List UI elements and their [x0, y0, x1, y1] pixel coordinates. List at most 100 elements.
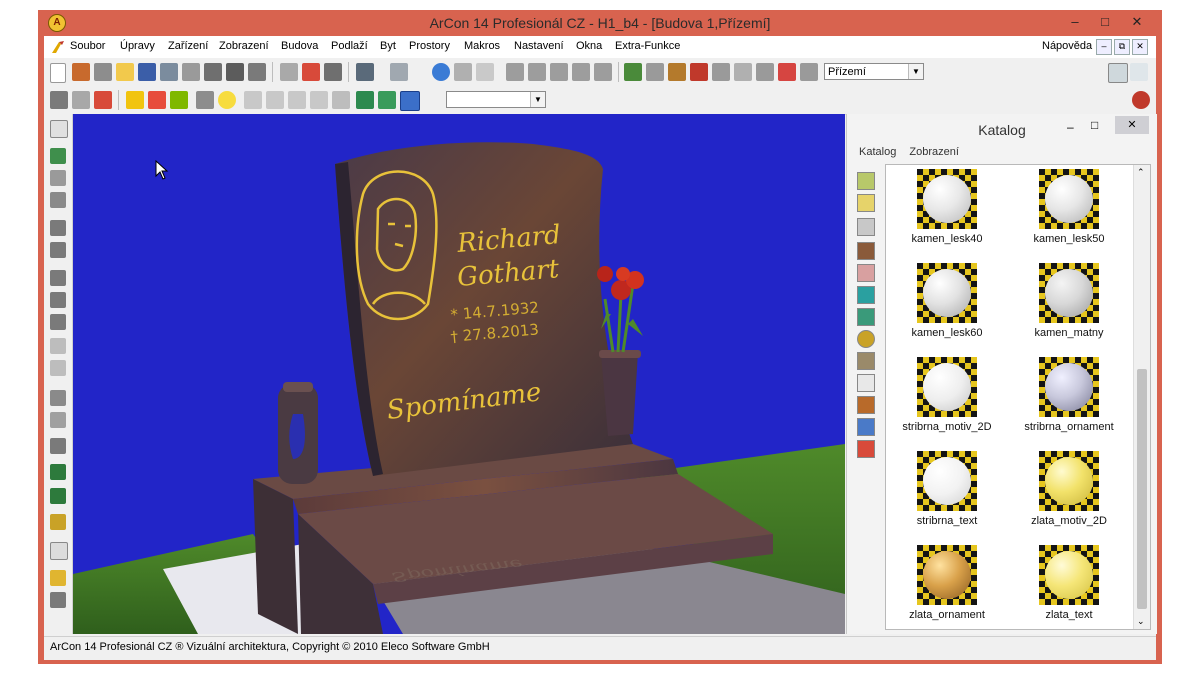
cube-icon[interactable]: [126, 91, 144, 109]
3d-viewport[interactable]: Richard Gothart * 14.7.1932 † 27.8.2013 …: [73, 114, 845, 634]
scroll-up-icon[interactable]: ⌃: [1137, 167, 1145, 178]
redo-icon[interactable]: [390, 63, 408, 81]
category-glass-icon[interactable]: [857, 308, 875, 326]
light-burst-icon[interactable]: [218, 91, 236, 109]
screenshot-icon[interactable]: [248, 63, 266, 81]
object-select[interactable]: ▼: [446, 91, 546, 108]
category-material-icon[interactable]: [857, 330, 875, 348]
measure-icon[interactable]: [476, 63, 494, 81]
save-icon[interactable]: [138, 63, 156, 81]
minimize-button[interactable]: –: [1060, 12, 1090, 32]
material-item[interactable]: stribrna_text: [886, 447, 1008, 539]
category-o2c-icon[interactable]: [857, 374, 875, 392]
catalog-scrollbar[interactable]: ⌃ ⌄: [1133, 165, 1150, 629]
category-water-icon[interactable]: [857, 286, 875, 304]
mirror-icon[interactable]: [332, 91, 350, 109]
material-item[interactable]: zlata_ornament: [886, 541, 1008, 629]
catalog-minimize-button[interactable]: –: [1067, 120, 1074, 134]
grid-view-icon[interactable]: [324, 63, 342, 81]
beam-icon[interactable]: [690, 63, 708, 81]
wall-draw-icon[interactable]: [50, 220, 66, 236]
floor-select[interactable]: Přízemí ▼: [824, 63, 924, 80]
terrain-icon[interactable]: [624, 63, 642, 81]
menu-okna[interactable]: Okna: [576, 40, 602, 52]
camera-icon[interactable]: [226, 63, 244, 81]
paint-icon[interactable]: [50, 488, 66, 504]
chevron-down-icon[interactable]: ▼: [530, 92, 545, 107]
zoom-icon[interactable]: [432, 63, 450, 81]
stairs-draw-icon[interactable]: [50, 412, 66, 428]
material-item[interactable]: zlata_text: [1008, 541, 1130, 629]
tab-zobrazeni[interactable]: Zobrazení: [909, 146, 959, 158]
house-view-icon[interactable]: [302, 63, 320, 81]
category-brush-icon[interactable]: [857, 352, 875, 370]
menu-podlazi[interactable]: Podlaží: [331, 40, 368, 52]
export-icon[interactable]: [160, 63, 178, 81]
maximize-button[interactable]: □: [1090, 12, 1120, 32]
wall-split-icon[interactable]: [50, 242, 66, 258]
view-rotate-icon[interactable]: [50, 170, 66, 186]
view-zoom-icon[interactable]: [50, 192, 66, 208]
texture-2d-icon[interactable]: [50, 542, 68, 560]
category-door-icon[interactable]: [857, 242, 875, 260]
align3-icon[interactable]: [288, 91, 306, 109]
cursor-arrow-icon[interactable]: [50, 120, 68, 138]
new-house-icon[interactable]: [72, 63, 90, 81]
stairs4-icon[interactable]: [572, 63, 590, 81]
door-icon[interactable]: [668, 63, 686, 81]
menu-soubor[interactable]: Soubor: [70, 40, 105, 52]
stairs5-icon[interactable]: [594, 63, 612, 81]
category-pattern-icon[interactable]: [857, 264, 875, 282]
scrollbar-thumb[interactable]: [1137, 369, 1147, 609]
menu-upravy[interactable]: Úpravy: [120, 40, 155, 52]
catalog-maximize-button[interactable]: □: [1091, 118, 1098, 132]
menu-zarizeni[interactable]: Zařízení: [168, 40, 208, 52]
pencil-icon[interactable]: [148, 91, 166, 109]
menu-makros[interactable]: Makros: [464, 40, 500, 52]
help-pointer-icon[interactable]: [1130, 63, 1148, 81]
floorplan-icon[interactable]: [280, 63, 298, 81]
category-red-icon[interactable]: [857, 440, 875, 458]
support-icon[interactable]: [50, 314, 66, 330]
menu-zobrazeni[interactable]: Zobrazení: [219, 40, 269, 52]
roof-draw-icon[interactable]: [50, 390, 66, 406]
select-frame-icon[interactable]: [400, 91, 420, 111]
roof-icon[interactable]: [646, 63, 664, 81]
scale-icon[interactable]: [50, 360, 66, 376]
print-icon[interactable]: [204, 63, 222, 81]
menu-nastaveni[interactable]: Nastavení: [514, 40, 564, 52]
material-item[interactable]: zlata_motiv_2D: [1008, 447, 1130, 539]
catalog-toggle-icon[interactable]: [1108, 63, 1128, 83]
building-tool-icon[interactable]: [94, 91, 112, 109]
category-wood-icon[interactable]: [857, 396, 875, 414]
material-item[interactable]: stribrna_ornament: [1008, 353, 1130, 445]
move-icon[interactable]: [196, 91, 214, 109]
material-icon[interactable]: [50, 514, 66, 530]
app-menu-icon[interactable]: [50, 39, 66, 55]
menu-napoveda[interactable]: Nápověda: [1042, 40, 1092, 52]
menu-budova[interactable]: Budova: [281, 40, 318, 52]
undo-icon[interactable]: [356, 63, 374, 81]
house-tool-icon[interactable]: [72, 91, 90, 109]
menu-extra-funkce[interactable]: Extra-Funkce: [615, 40, 680, 52]
category-window-icon[interactable]: [857, 418, 875, 436]
eraser-icon[interactable]: [50, 570, 66, 586]
material-item[interactable]: kamen_lesk50: [1008, 165, 1130, 257]
ceiling-icon[interactable]: [734, 63, 752, 81]
scroll-down-icon[interactable]: ⌄: [1137, 616, 1145, 627]
material-item[interactable]: kamen_matny: [1008, 259, 1130, 351]
open-folder-icon[interactable]: [116, 63, 134, 81]
category-folder-icon[interactable]: [857, 172, 875, 190]
align4-icon[interactable]: [310, 91, 328, 109]
mdi-close-button[interactable]: ✕: [1132, 39, 1148, 55]
cross-icon[interactable]: [50, 292, 66, 308]
wall-icon[interactable]: [712, 63, 730, 81]
opening-icon[interactable]: [800, 63, 818, 81]
menu-prostory[interactable]: Prostory: [409, 40, 450, 52]
stairs3-icon[interactable]: [550, 63, 568, 81]
rotate-icon[interactable]: [50, 338, 66, 354]
menu-byt[interactable]: Byt: [380, 40, 396, 52]
align-icon[interactable]: [244, 91, 262, 109]
tab-katalog[interactable]: Katalog: [859, 146, 896, 158]
mdi-restore-button[interactable]: ⧉: [1114, 39, 1130, 55]
